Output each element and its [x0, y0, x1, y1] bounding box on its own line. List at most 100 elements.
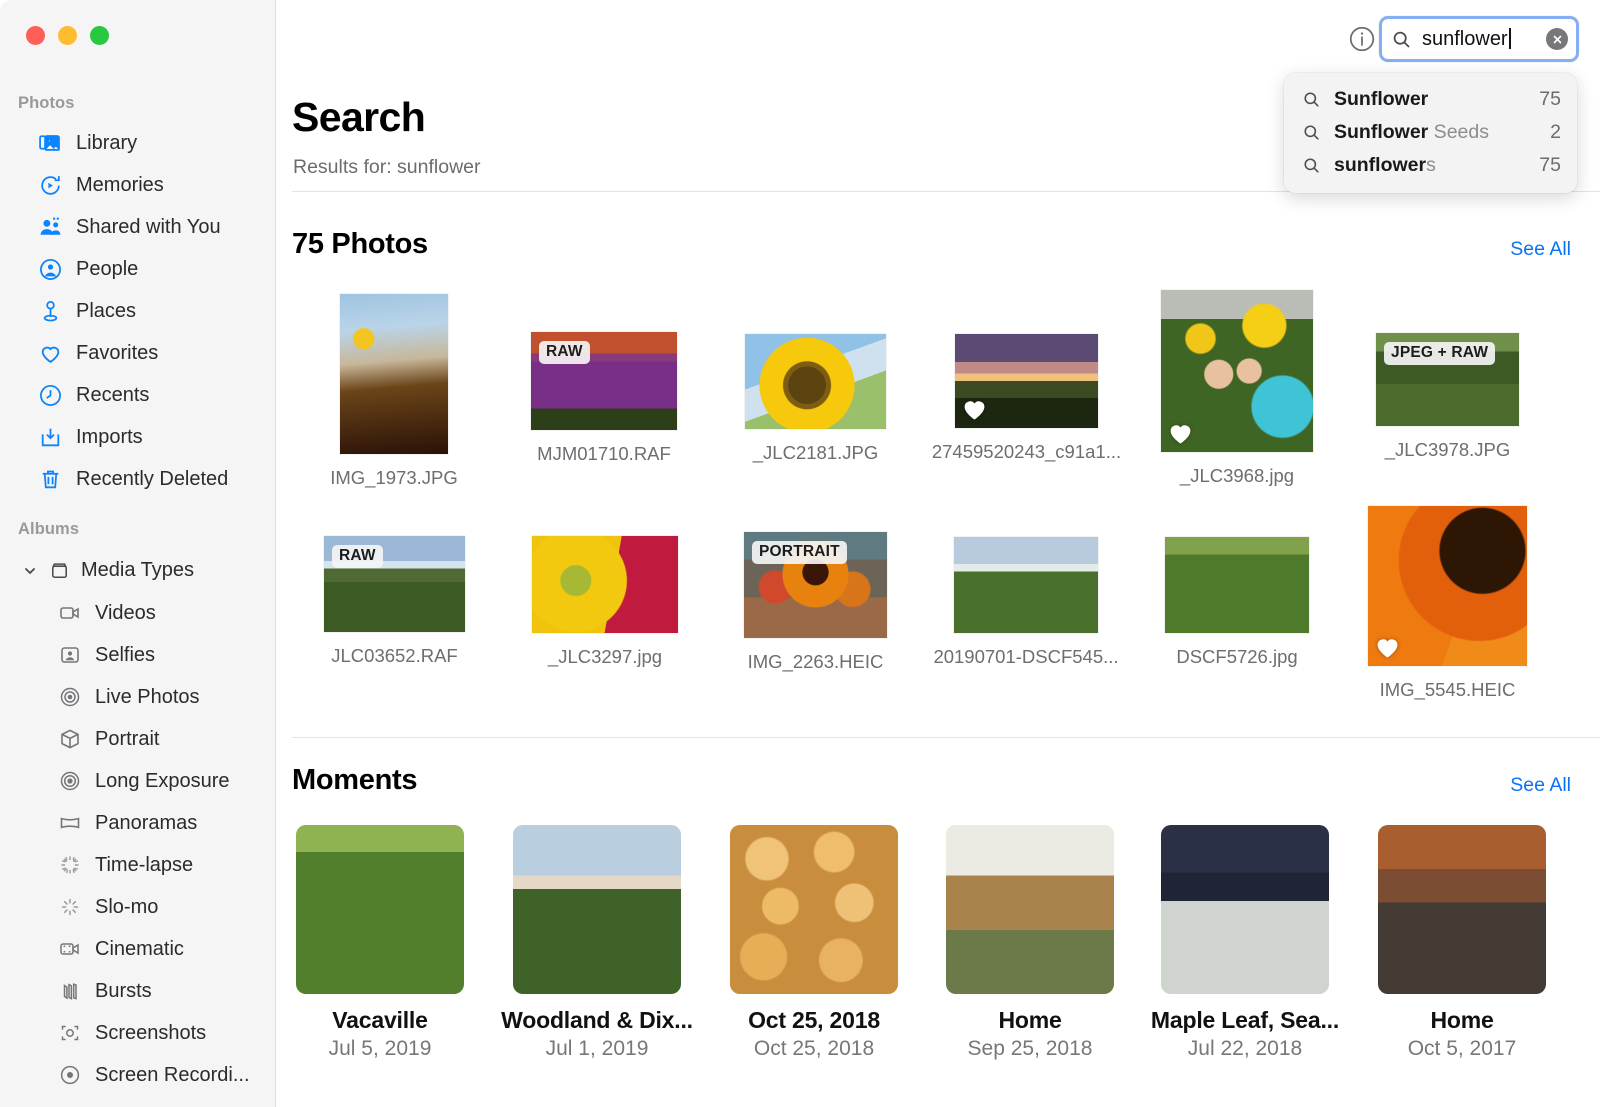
sidebar-item-favorites[interactable]: Favorites [0, 332, 275, 374]
photo-thumbnail[interactable] [1368, 506, 1527, 666]
search-field-wrapper[interactable]: sunflower [1379, 16, 1579, 62]
photo-thumbnail[interactable]: PORTRAIT [744, 532, 887, 638]
live-photo-icon [58, 685, 82, 709]
suggestion-label: sunflowers [1334, 154, 1526, 177]
sidebar-item-videos[interactable]: Videos [0, 592, 275, 634]
suggestion-label: Sunflower [1334, 88, 1526, 111]
photo-caption: _JLC3968.jpg [1117, 465, 1357, 487]
photo-thumbnail[interactable] [955, 334, 1098, 428]
favorite-heart-icon [961, 396, 988, 423]
sidebar-item-label: Memories [76, 174, 164, 197]
moment-thumbnail[interactable] [513, 825, 681, 994]
search-suggestion-row[interactable]: Sunflower Seeds 2 [1284, 116, 1577, 149]
moment-thumbnail[interactable] [730, 825, 898, 994]
sidebar-item-recents[interactable]: Recents [0, 374, 275, 416]
moment-thumbnail[interactable] [296, 825, 464, 994]
sidebar-item-cinematic[interactable]: Cinematic [0, 928, 275, 970]
search-suggestion-row[interactable]: Sunflower 75 [1284, 83, 1577, 116]
photo-thumbnail[interactable] [532, 536, 678, 633]
photo-thumbnail[interactable] [1165, 537, 1309, 633]
clock-icon [38, 383, 63, 408]
moment-thumbnail[interactable] [946, 825, 1114, 994]
sidebar-item-bursts[interactable]: Bursts [0, 970, 275, 1012]
search-input[interactable]: sunflower [1379, 16, 1579, 62]
bursts-icon [58, 979, 82, 1003]
sidebar-item-places[interactable]: Places [0, 290, 275, 332]
moment-thumbnail[interactable] [1161, 825, 1329, 994]
favorite-heart-icon [1167, 420, 1194, 447]
photo-image [1165, 537, 1309, 633]
sidebar-item-live-photos[interactable]: Live Photos [0, 676, 275, 718]
sidebar-group-media-types[interactable]: Media Types [0, 548, 275, 592]
moment-image [1378, 825, 1546, 994]
sidebar-item-screenshots[interactable]: Screenshots [0, 1012, 275, 1054]
photo-caption: _JLC2181.JPG [696, 442, 936, 464]
sidebar-item-label: Favorites [76, 342, 158, 365]
moments-see-all-link[interactable]: See All [1510, 774, 1571, 797]
search-input-value: sunflower [1422, 28, 1546, 51]
photo-caption: DSCF5726.jpg [1117, 646, 1357, 668]
moment-title: Maple Leaf, Sea... [1140, 1007, 1350, 1034]
close-window-button[interactable] [26, 26, 45, 45]
photos-window: Photos Library [0, 0, 1600, 1107]
section-divider [292, 737, 1600, 738]
photo-thumbnail[interactable]: RAW [324, 536, 465, 632]
sidebar: Photos Library [0, 0, 276, 1107]
sidebar-item-library[interactable]: Library [0, 122, 275, 164]
chevron-down-icon[interactable] [22, 562, 38, 578]
sidebar-item-imports[interactable]: Imports [0, 416, 275, 458]
sidebar-item-shared-with-you[interactable]: Shared with You [0, 206, 275, 248]
sidebar-header-photos: Photos [0, 84, 275, 122]
sidebar-item-label: Long Exposure [95, 770, 230, 793]
photo-image [340, 294, 448, 454]
sidebar-group-label: Media Types [81, 559, 194, 582]
sidebar-item-label: People [76, 258, 138, 281]
media-type-badge: JPEG + RAW [1384, 342, 1495, 365]
photo-image [745, 334, 886, 429]
moments-section-title: Moments [292, 764, 417, 797]
photo-thumbnail[interactable]: RAW [531, 332, 677, 430]
sidebar-header-albums: Albums [0, 500, 275, 548]
sidebar-item-memories[interactable]: Memories [0, 164, 275, 206]
moment-thumbnail[interactable] [1378, 825, 1546, 994]
sidebar-item-label: Time-lapse [95, 854, 193, 877]
search-suggestion-row[interactable]: sunflowers 75 [1284, 149, 1577, 182]
sidebar-item-people[interactable]: People [0, 248, 275, 290]
sidebar-item-label: Cinematic [95, 938, 184, 961]
sidebar-item-label: Panoramas [95, 812, 197, 835]
main-area: sunflower Sunflower 75 Sun [276, 0, 1600, 1107]
minimize-window-button[interactable] [58, 26, 77, 45]
moment-date: Oct 25, 2018 [709, 1037, 919, 1061]
sidebar-item-long-exposure[interactable]: Long Exposure [0, 760, 275, 802]
sidebar-item-slo-mo[interactable]: Slo-mo [0, 886, 275, 928]
photo-thumbnail[interactable] [954, 537, 1098, 633]
media-type-badge: RAW [332, 545, 383, 568]
photos-see-all-link[interactable]: See All [1510, 238, 1571, 261]
maximize-window-button[interactable] [90, 26, 109, 45]
photo-thumbnail[interactable]: JPEG + RAW [1376, 333, 1519, 426]
photo-thumbnail[interactable] [340, 294, 448, 454]
photo-thumbnail[interactable] [745, 334, 886, 429]
sidebar-item-portrait[interactable]: Portrait [0, 718, 275, 760]
suggestion-label: Sunflower Seeds [1334, 121, 1537, 144]
search-icon [1302, 90, 1321, 109]
sidebar-item-screen-recordings[interactable]: Screen Recordi... [0, 1054, 275, 1096]
folder-icon [47, 558, 72, 583]
content-scroll-area[interactable]: Search Results for: sunflower 75 Photos … [276, 78, 1600, 1107]
moment-title: Woodland & Dix... [492, 1007, 702, 1034]
people-icon [38, 257, 63, 282]
sidebar-item-time-lapse[interactable]: Time-lapse [0, 844, 275, 886]
moment-date: Oct 5, 2017 [1357, 1037, 1567, 1061]
sidebar-item-selfies[interactable]: Selfies [0, 634, 275, 676]
sidebar-item-panoramas[interactable]: Panoramas [0, 802, 275, 844]
clear-search-button[interactable] [1546, 28, 1568, 50]
sidebar-item-label: Slo-mo [95, 896, 158, 919]
suggestion-count: 75 [1539, 88, 1561, 111]
media-type-badge: RAW [539, 341, 590, 364]
sidebar-scroll-area[interactable]: Photos Library [0, 84, 275, 1107]
photo-thumbnail[interactable] [1161, 290, 1313, 452]
moment-image [730, 825, 898, 994]
sidebar-item-recently-deleted[interactable]: Recently Deleted [0, 458, 275, 500]
text-caret [1509, 28, 1511, 49]
trash-icon [38, 467, 63, 492]
